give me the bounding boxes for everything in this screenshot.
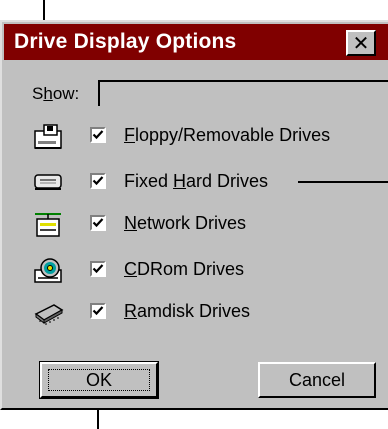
ramdisk-label: Ramdisk Drives bbox=[124, 301, 250, 322]
option-network[interactable]: Network Drives bbox=[32, 210, 332, 238]
fixed-hard-checkbox[interactable] bbox=[90, 173, 106, 189]
ramdisk-drive-icon bbox=[34, 304, 64, 325]
ramdisk-checkbox[interactable] bbox=[90, 303, 106, 319]
callout-line-fixed bbox=[298, 181, 388, 183]
ok-focus-rect bbox=[48, 369, 150, 391]
cancel-label: Cancel bbox=[288, 369, 346, 390]
fixed-hard-label-pre: Fixed bbox=[124, 171, 174, 191]
option-cdrom[interactable]: CDRom Drives bbox=[32, 256, 332, 284]
show-label-accel: h bbox=[43, 84, 53, 103]
close-icon: ✕ bbox=[352, 32, 370, 55]
network-label-post: etwork Drives bbox=[137, 213, 247, 233]
option-fixed-hard[interactable]: Fixed Hard Drives bbox=[32, 168, 332, 196]
network-drive-icon bbox=[35, 213, 61, 237]
cancel-button[interactable]: Cancel bbox=[258, 362, 376, 398]
floppy-label: Floppy/Removable Drives bbox=[124, 125, 330, 146]
network-label-accel: N bbox=[124, 213, 137, 233]
floppy-checkbox[interactable] bbox=[90, 127, 106, 143]
cdrom-label: CDRom Drives bbox=[124, 259, 244, 280]
network-checkbox[interactable] bbox=[90, 215, 106, 231]
hard-drive-icon bbox=[34, 174, 62, 190]
show-label: Show: bbox=[32, 84, 79, 104]
callout-line-show bbox=[98, 80, 100, 106]
close-button[interactable]: ✕ bbox=[346, 30, 376, 56]
fixed-hard-label-accel: H bbox=[173, 171, 187, 191]
callout-line-bottom bbox=[97, 409, 99, 429]
fixed-hard-label-post: ard Drives bbox=[186, 171, 269, 191]
ramdisk-label-post: amdisk Drives bbox=[137, 301, 251, 321]
option-floppy[interactable]: Floppy/Removable Drives bbox=[32, 122, 372, 150]
show-label-suffix: ow: bbox=[52, 84, 80, 103]
network-label: Network Drives bbox=[124, 213, 246, 234]
option-ramdisk[interactable]: Ramdisk Drives bbox=[32, 298, 332, 326]
floppy-drive-icon bbox=[34, 124, 62, 149]
callout-line-show-horizontal bbox=[98, 80, 388, 82]
floppy-label-post: loppy/Removable Drives bbox=[135, 125, 331, 145]
dialog-title: Drive Display Options bbox=[14, 30, 237, 53]
cdrom-drive-icon bbox=[34, 258, 62, 283]
ramdisk-label-accel: R bbox=[124, 301, 137, 321]
cdrom-checkbox[interactable] bbox=[90, 261, 106, 277]
show-label-prefix: S bbox=[32, 84, 44, 103]
cdrom-label-accel: C bbox=[124, 259, 137, 279]
floppy-label-accel: F bbox=[124, 125, 135, 145]
fixed-hard-label: Fixed Hard Drives bbox=[124, 171, 268, 192]
title-bar: Drive Display Options ✕ bbox=[4, 24, 388, 60]
callout-line-top bbox=[43, 0, 45, 20]
drive-display-options-dialog: Drive Display Options ✕ Show: Floppy/Rem… bbox=[0, 20, 388, 410]
cdrom-label-post: DRom Drives bbox=[137, 259, 245, 279]
ok-button[interactable]: OK bbox=[39, 361, 159, 399]
